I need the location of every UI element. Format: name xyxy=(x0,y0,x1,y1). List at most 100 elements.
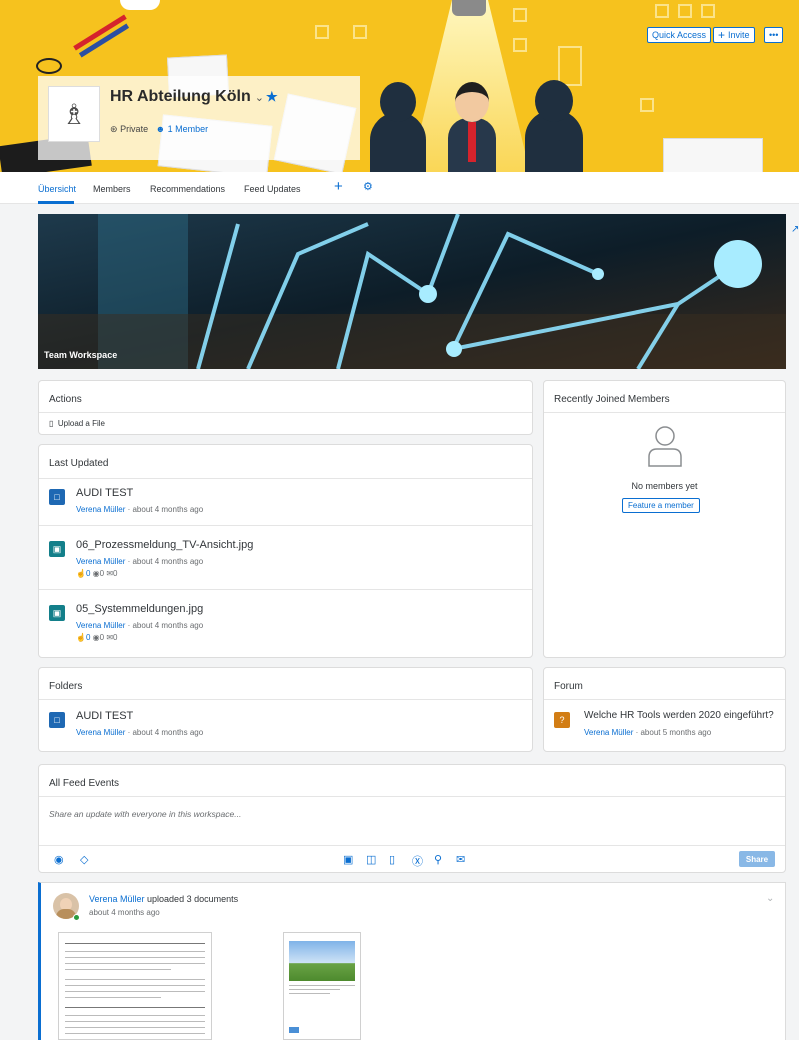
active-tab-indicator xyxy=(38,201,74,204)
image-file-icon: ▣ xyxy=(49,605,65,621)
author-link[interactable]: Verena Müller xyxy=(76,557,125,566)
divider xyxy=(39,478,532,479)
paper-decoration xyxy=(120,0,160,10)
view-count: 0 xyxy=(99,569,105,578)
divider xyxy=(39,845,785,846)
tag-icon[interactable]: ◇ xyxy=(80,853,88,866)
folder-title[interactable]: AUDI TEST xyxy=(76,710,133,722)
more-options-button[interactable]: ••• xyxy=(764,27,784,43)
document-thumbnail[interactable] xyxy=(283,932,361,1040)
window-decoration xyxy=(558,46,582,86)
glasses-decoration xyxy=(36,58,62,74)
post-author-link[interactable]: Verena Müller xyxy=(89,894,145,904)
like-count: 0 xyxy=(85,569,91,578)
item-meta: Verena Müller · about 4 months ago xyxy=(76,505,203,514)
recently-joined-title: Recently Joined Members xyxy=(554,394,670,405)
lightbulb-icon[interactable]: ⚲ xyxy=(434,853,442,866)
divider xyxy=(544,412,785,413)
forum-topic-title[interactable]: Welche HR Tools werden 2020 eingeführt? xyxy=(584,710,774,721)
invite-button[interactable]: + Invite xyxy=(713,27,755,43)
item-title[interactable]: AUDI TEST xyxy=(76,487,133,499)
camera-icon[interactable]: ▣ xyxy=(343,853,353,866)
divider xyxy=(39,796,785,797)
quick-access-button[interactable]: Quick Access xyxy=(647,27,712,43)
question-icon[interactable]: Ⓧ xyxy=(412,853,423,869)
chevron-down-icon[interactable]: ⌄ xyxy=(766,893,774,904)
share-button[interactable]: Share xyxy=(739,851,775,867)
tab-members[interactable]: Members xyxy=(93,184,131,194)
visibility-label: Private xyxy=(120,124,149,134)
folder-meta: Verena Müller · about 4 months ago xyxy=(76,728,203,737)
window-decoration xyxy=(640,98,654,112)
last-updated-title: Last Updated xyxy=(49,458,109,469)
upload-file-link[interactable]: ▯ Upload a File xyxy=(49,419,105,428)
divider xyxy=(39,589,532,590)
feed-title: All Feed Events xyxy=(49,778,120,789)
workspace-logo-icon: ♗ xyxy=(48,86,100,142)
tab-recommendations[interactable]: Recommendations xyxy=(150,184,225,194)
chevron-down-icon[interactable]: ⌄ xyxy=(255,92,264,104)
eye-icon: ◉ xyxy=(92,569,100,578)
add-tab-plus-icon[interactable]: + xyxy=(334,178,343,195)
item-time: · about 4 months ago xyxy=(127,557,204,566)
members-link[interactable]: 1 Member xyxy=(168,124,209,134)
forum-title: Forum xyxy=(554,681,583,692)
person-silhouette-head xyxy=(535,80,573,122)
recently-joined-card: Recently Joined Members No members yet F… xyxy=(543,380,786,658)
item-time: · about 4 months ago xyxy=(127,621,204,630)
item-stats: ☝0 ◉0 ✉0 xyxy=(76,569,117,578)
question-icon: ? xyxy=(554,712,570,728)
star-icon[interactable]: ★ xyxy=(266,89,278,104)
discussion-icon[interactable]: ✉ xyxy=(456,853,465,866)
like-icon[interactable]: ☝ xyxy=(76,633,86,642)
comment-count: 0 xyxy=(113,569,118,578)
document-icon: ▯ xyxy=(49,419,54,428)
author-link[interactable]: Verena Müller xyxy=(584,728,633,737)
item-stats: ☝0 ◉0 ✉0 xyxy=(76,633,117,642)
landscape-image xyxy=(289,941,355,981)
author-link[interactable]: Verena Müller xyxy=(76,728,125,737)
image-file-icon: ▣ xyxy=(49,541,65,557)
forum-card: Forum ? Welche HR Tools werden 2020 eing… xyxy=(543,667,786,752)
tab-overview[interactable]: Übersicht xyxy=(38,184,76,194)
folder-icon: □ xyxy=(49,712,65,728)
item-title[interactable]: 06_Prozessmeldung_TV-Ansicht.jpg xyxy=(76,539,253,551)
folders-card: Folders □ AUDI TEST Verena Müller · abou… xyxy=(38,667,533,752)
share-update-input[interactable]: Share an update with everyone in this wo… xyxy=(49,809,241,819)
online-status-badge xyxy=(73,914,80,921)
workspace-title[interactable]: HR Abteilung Köln ⌄ ★ xyxy=(110,88,278,106)
video-icon[interactable]: ◫ xyxy=(366,853,376,866)
document-thumbnail[interactable] xyxy=(58,932,212,1040)
post-time: about 4 months ago xyxy=(89,908,160,917)
person-placeholder-icon xyxy=(648,426,682,467)
post-action: uploaded 3 documents xyxy=(144,894,239,904)
actions-card: Actions ▯ Upload a File xyxy=(38,380,533,435)
lock-icon: ⊛ xyxy=(110,124,118,134)
circuit-illustration xyxy=(38,214,786,369)
window-decoration xyxy=(513,38,527,52)
person-silhouette-head xyxy=(380,82,416,122)
folders-title: Folders xyxy=(49,681,83,692)
businessman-head xyxy=(455,82,489,122)
post-header: Verena Müller uploaded 3 documents xyxy=(89,894,238,904)
like-icon[interactable]: ☝ xyxy=(76,569,86,578)
folder-time: · about 4 months ago xyxy=(127,728,204,737)
document-decoration xyxy=(663,138,763,172)
actions-title: Actions xyxy=(49,394,82,405)
item-title[interactable]: 05_Systemmeldungen.jpg xyxy=(76,603,203,615)
invite-label: Invite xyxy=(728,30,750,40)
item-time: · about 4 months ago xyxy=(127,505,204,514)
tab-feed-updates[interactable]: Feed Updates xyxy=(244,184,301,194)
document-icon[interactable]: ▯ xyxy=(389,853,395,866)
mention-icon[interactable]: ◉ xyxy=(54,853,64,866)
window-decoration xyxy=(655,4,669,18)
expand-arrow-icon[interactable]: ↗ xyxy=(791,224,799,235)
eye-icon: ◉ xyxy=(92,633,100,642)
author-link[interactable]: Verena Müller xyxy=(76,621,125,630)
settings-gear-icon[interactable]: ⚙ xyxy=(363,180,373,193)
window-decoration xyxy=(678,4,692,18)
author-link[interactable]: Verena Müller xyxy=(76,505,125,514)
feature-member-button[interactable]: Feature a member xyxy=(622,498,700,513)
comment-count: 0 xyxy=(113,633,118,642)
folder-icon: □ xyxy=(49,489,65,505)
